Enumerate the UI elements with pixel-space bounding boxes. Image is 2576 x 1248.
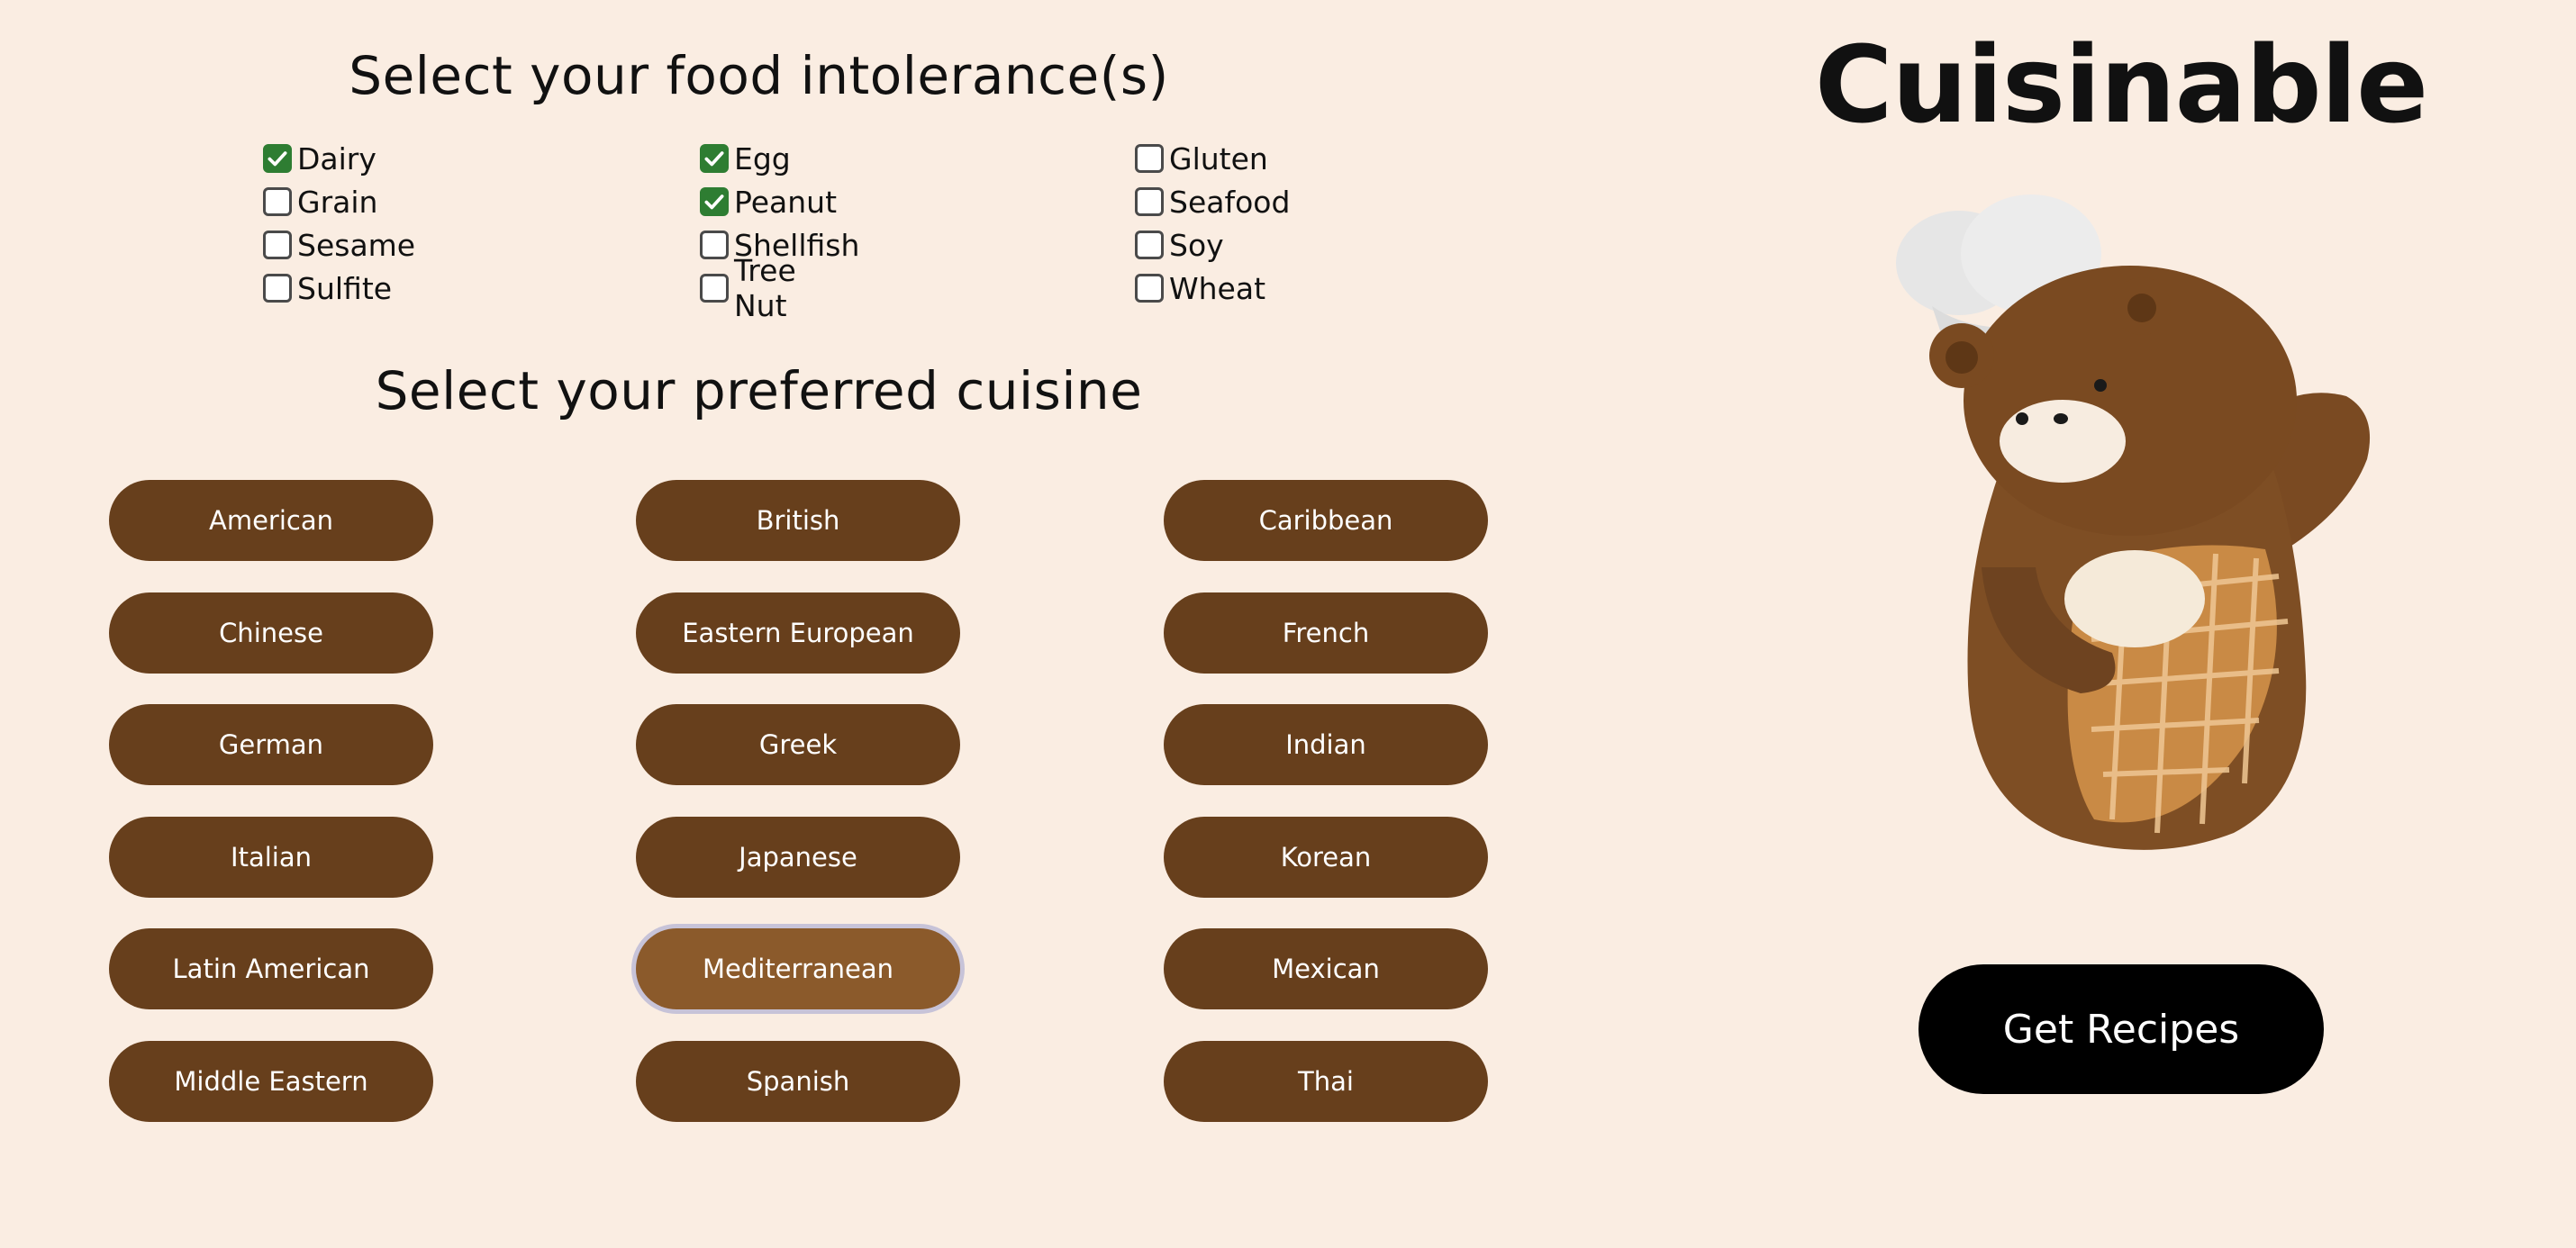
checkbox-box[interactable] <box>1135 274 1164 303</box>
cuisine-button-thai[interactable]: Thai <box>1164 1041 1488 1122</box>
intolerance-heading: Select your food intolerance(s) <box>349 45 1169 106</box>
checkbox-box[interactable] <box>263 187 292 216</box>
checkbox-tree-nut[interactable]: Tree Nut <box>700 253 796 323</box>
checkbox-label: Dairy <box>297 140 376 176</box>
get-recipes-button[interactable]: Get Recipes <box>1918 964 2324 1094</box>
checkbox-sesame[interactable]: Sesame <box>263 225 415 265</box>
cuisine-button-japanese[interactable]: Japanese <box>636 817 960 898</box>
chef-bear-icon <box>1896 194 2371 850</box>
checkbox-sulfite[interactable]: Sulfite <box>263 268 392 308</box>
checkbox-box[interactable] <box>1135 187 1164 216</box>
checkbox-label: Peanut <box>734 184 838 220</box>
cuisine-button-korean[interactable]: Korean <box>1164 817 1488 898</box>
checkbox-egg[interactable]: Egg <box>700 139 791 178</box>
checkbox-peanut[interactable]: Peanut <box>700 182 837 222</box>
checkbox-label: Sesame <box>297 227 416 263</box>
checkbox-gluten[interactable]: Gluten <box>1135 139 1268 178</box>
checkbox-label: Seafood <box>1169 184 1291 220</box>
cuisine-button-mexican[interactable]: Mexican <box>1164 928 1488 1009</box>
cuisine-button-italian[interactable]: Italian <box>109 817 433 898</box>
cuisine-button-german[interactable]: German <box>109 704 433 785</box>
checkbox-label: Sulfite <box>297 270 393 306</box>
checkbox-wheat[interactable]: Wheat <box>1135 268 1265 308</box>
checkbox-label: Egg <box>734 140 791 176</box>
cuisine-button-latin-american[interactable]: Latin American <box>109 928 433 1009</box>
cuisine-button-mediterranean[interactable]: Mediterranean <box>636 928 960 1009</box>
brand-title: Cuisinable <box>1814 23 2428 147</box>
cuisine-heading: Select your preferred cuisine <box>375 360 1143 421</box>
checkbox-label: Wheat <box>1169 270 1266 306</box>
checkbox-label: Soy <box>1169 227 1224 263</box>
cuisine-button-chinese[interactable]: Chinese <box>109 592 433 674</box>
checkbox-box[interactable] <box>700 231 729 259</box>
cuisine-button-middle-eastern[interactable]: Middle Eastern <box>109 1041 433 1122</box>
checkbox-label: Gluten <box>1169 140 1268 176</box>
cuisine-button-indian[interactable]: Indian <box>1164 704 1488 785</box>
checkbox-box[interactable] <box>263 231 292 259</box>
checkbox-label: Grain <box>297 184 378 220</box>
checkbox-soy[interactable]: Soy <box>1135 225 1224 265</box>
checkbox-box[interactable] <box>1135 144 1164 173</box>
cuisine-button-french[interactable]: French <box>1164 592 1488 674</box>
cuisine-button-greek[interactable]: Greek <box>636 704 960 785</box>
checkbox-grain[interactable]: Grain <box>263 182 377 222</box>
checkbox-box[interactable] <box>700 144 729 173</box>
checkbox-seafood[interactable]: Seafood <box>1135 182 1290 222</box>
checkbox-box[interactable] <box>263 144 292 173</box>
cuisine-button-eastern-european[interactable]: Eastern European <box>636 592 960 674</box>
checkbox-box[interactable] <box>700 187 729 216</box>
cuisine-button-american[interactable]: American <box>109 480 433 561</box>
cuisine-button-caribbean[interactable]: Caribbean <box>1164 480 1488 561</box>
checkbox-label: Tree Nut <box>734 253 796 323</box>
checkbox-box[interactable] <box>1135 231 1164 259</box>
checkbox-box[interactable] <box>700 274 729 303</box>
checkbox-box[interactable] <box>263 274 292 303</box>
checkbox-dairy[interactable]: Dairy <box>263 139 376 178</box>
cuisine-button-spanish[interactable]: Spanish <box>636 1041 960 1122</box>
cuisine-button-british[interactable]: British <box>636 480 960 561</box>
